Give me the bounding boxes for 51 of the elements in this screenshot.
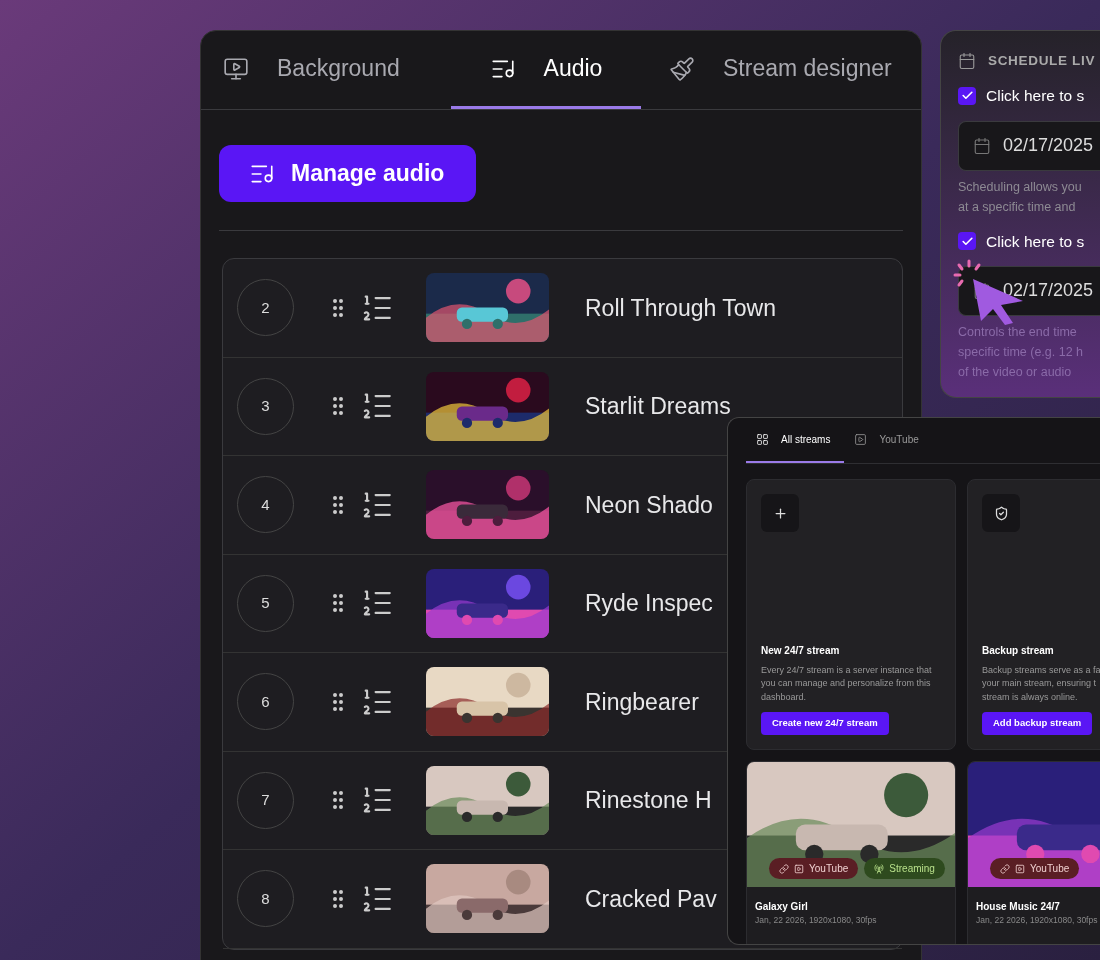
checkbox-label: Click here to s: [986, 231, 1085, 252]
stream-details: Jan, 22 2026, 1920x1080, 30fps: [755, 914, 878, 927]
platform-badge: YouTube: [769, 858, 859, 879]
track-title: Ryde Inspec: [585, 589, 713, 618]
help-text: specific time (e.g. 12 h: [958, 343, 1085, 361]
check-icon: [960, 234, 974, 248]
track-title: Rinestone H: [585, 786, 712, 815]
card-description: Backup streams serve as a fa your main stream, ensuring t stream is always online.: [982, 663, 1100, 704]
tab[interactable]: YouTube: [844, 418, 933, 463]
stream-name: Galaxy Girl: [755, 900, 809, 914]
tab[interactable]: All streams: [746, 418, 845, 463]
track-title: Roll Through Town: [585, 293, 776, 323]
help-text: Controls the end time: [958, 323, 1078, 341]
platform-badge: YouTube: [990, 858, 1080, 879]
checkbox[interactable]: [958, 232, 976, 251]
card-title: Backup stream: [982, 643, 1055, 658]
help-text: at a specific time and: [958, 198, 1077, 216]
play-icon: [854, 433, 868, 446]
card-description: Every 24/7 stream is a server instance that you can manage and personalize from this dashboard.: [761, 663, 933, 704]
tab[interactable]: Audio: [451, 31, 641, 109]
grid-icon: [756, 433, 769, 446]
checkbox-label: Click here to s: [986, 86, 1085, 107]
tab[interactable]: Stream designer: [659, 31, 902, 109]
track-title: Ringbearer: [585, 687, 699, 717]
play-icon: [794, 863, 804, 874]
checkbox[interactable]: [958, 86, 976, 105]
card-title: New 24/7 stream: [761, 643, 841, 658]
card-button[interactable]: Add backup stream: [982, 712, 1093, 735]
monitor-play-icon: [223, 55, 249, 82]
manage-audio-button[interactable]: Manage audio: [219, 145, 476, 202]
help-text: of the video or audio: [958, 363, 1073, 381]
paintbrush-icon: [669, 55, 695, 82]
stream-card[interactable]: YouTube Streaming Galaxy Girl Jan, 22 2026, 1920x1080, 30fps: [746, 761, 956, 944]
panel-title: SCHEDULE LIV: [988, 52, 1096, 70]
stream-name: House Music 24/7: [976, 900, 1061, 914]
stream-details: Jan, 22 2026, 1920x1080, 30fps: [976, 914, 1099, 927]
track-title: Starlit Dreams: [585, 392, 731, 421]
tab[interactable]: Background: [223, 31, 433, 109]
link-icon: [779, 863, 789, 874]
status-badge: Streaming: [864, 858, 945, 879]
help-text: Scheduling allows you: [958, 178, 1083, 196]
stream-card[interactable]: YouTube House Music 24/7 Jan, 22 2026, 1920x1080, 30fps: [967, 761, 1100, 944]
plus-icon: [772, 505, 788, 521]
play-icon: [1015, 863, 1025, 874]
broadcast-icon: [874, 863, 885, 874]
shield-check-icon: [993, 505, 1009, 521]
link-icon: [1000, 863, 1010, 874]
track-title: Neon Shado: [585, 490, 713, 520]
track-title: Cracked Pav: [585, 884, 717, 914]
date-field[interactable]: 02/17/2025: [958, 120, 1100, 171]
card-button[interactable]: Create new 24/7 stream: [761, 712, 889, 735]
